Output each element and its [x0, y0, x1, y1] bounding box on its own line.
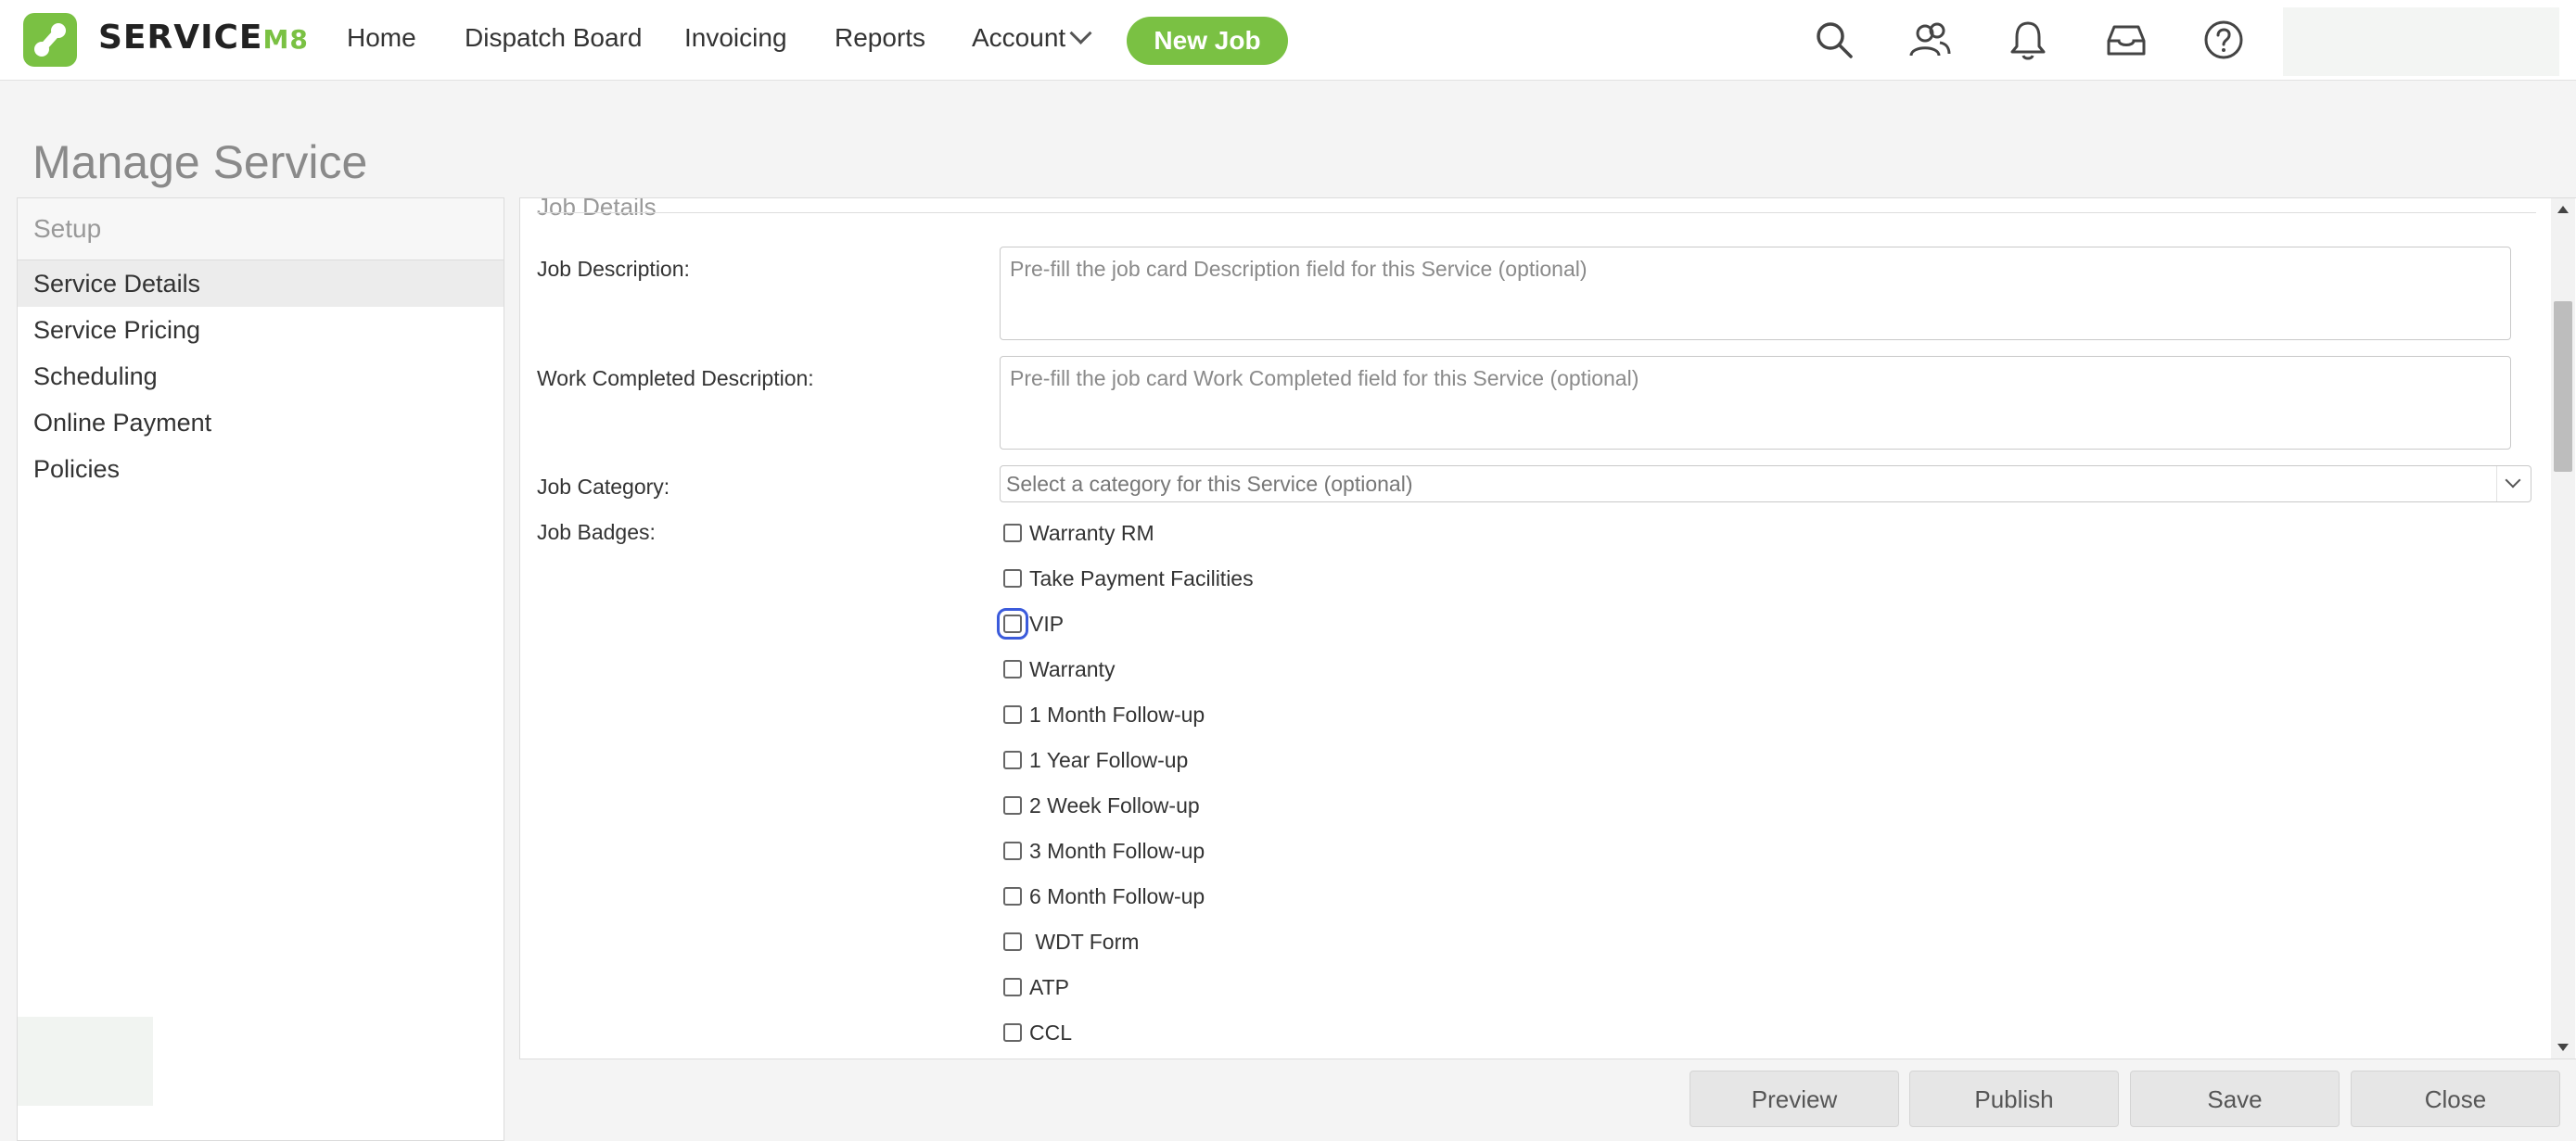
- badge-label: Warranty: [1029, 657, 1116, 681]
- top-nav: SERVICEM8 Home Dispatch Board Invoicing …: [0, 0, 2576, 81]
- badge-checkbox[interactable]: [1003, 1022, 1022, 1042]
- job-category-select[interactable]: Select a category for this Service (opti…: [1000, 465, 2531, 502]
- bell-icon[interactable]: [2007, 19, 2049, 61]
- save-button[interactable]: Save: [2130, 1071, 2340, 1127]
- badge-option[interactable]: CCL: [1003, 1021, 1072, 1048]
- service-details-panel: Job Details Job Description: Work Comple…: [519, 197, 2576, 1059]
- section-title: Job Details: [537, 197, 657, 221]
- chevron-down-icon[interactable]: [2496, 466, 2531, 501]
- badge-checkbox[interactable]: [1003, 932, 1022, 951]
- scroll-up-arrow-icon[interactable]: [2557, 206, 2569, 213]
- badge-label: VIP: [1029, 612, 1065, 636]
- nav-reports[interactable]: Reports: [835, 23, 925, 53]
- badge-checkbox[interactable]: [1003, 659, 1022, 678]
- job-description-label: Job Description:: [537, 257, 690, 281]
- people-icon[interactable]: [1908, 19, 1951, 61]
- job-description-field[interactable]: [1000, 247, 2511, 340]
- sidebar-item-service-pricing[interactable]: Service Pricing: [18, 307, 504, 353]
- nav-dispatch-board[interactable]: Dispatch Board: [465, 23, 642, 53]
- badge-label: Warranty RM: [1029, 521, 1154, 545]
- sidebar-item-online-payment[interactable]: Online Payment: [18, 399, 504, 446]
- badge-option[interactable]: VIP: [997, 607, 1065, 640]
- badge-checkbox[interactable]: [1003, 750, 1022, 769]
- publish-button[interactable]: Publish: [1909, 1071, 2119, 1127]
- scroll-down-arrow-icon[interactable]: [2557, 1044, 2569, 1051]
- work-completed-field[interactable]: [1000, 356, 2511, 450]
- vertical-scrollbar[interactable]: [2551, 198, 2575, 1059]
- new-job-button[interactable]: New Job: [1127, 17, 1288, 65]
- badge-label: 3 Month Follow-up: [1029, 839, 1205, 863]
- badge-checkbox[interactable]: [1003, 704, 1022, 724]
- scrollbar-thumb[interactable]: [2554, 301, 2572, 472]
- nav-home[interactable]: Home: [347, 23, 416, 53]
- setup-sidebar: Setup Service Details Service Pricing Sc…: [17, 197, 504, 1141]
- sidebar-header: Setup: [18, 198, 504, 260]
- badge-option[interactable]: ATP: [1003, 975, 1069, 1003]
- badge-checkbox[interactable]: [1003, 841, 1022, 860]
- badge-option[interactable]: WDT Form: [1003, 930, 1139, 957]
- nav-account[interactable]: Account: [972, 21, 1092, 53]
- nav-account-label: Account: [972, 23, 1066, 52]
- help-icon[interactable]: [2202, 19, 2245, 61]
- badge-label: Take Payment Facilities: [1029, 566, 1254, 590]
- badge-option[interactable]: Warranty RM: [1003, 521, 1154, 549]
- brand-name: SERVICE: [98, 19, 263, 57]
- close-button[interactable]: Close: [2351, 1071, 2560, 1127]
- badge-label: 1 Month Follow-up: [1029, 703, 1205, 727]
- job-category-value: Select a category for this Service (opti…: [1006, 472, 1413, 496]
- job-badges-label: Job Badges:: [537, 520, 656, 544]
- badge-checkbox[interactable]: [1003, 886, 1022, 906]
- chevron-down-icon: [1069, 21, 1092, 44]
- badge-checkbox[interactable]: [1003, 523, 1022, 542]
- nav-invoicing[interactable]: Invoicing: [684, 23, 787, 53]
- badge-option[interactable]: Take Payment Facilities: [1003, 566, 1254, 594]
- sidebar-item-policies[interactable]: Policies: [18, 446, 504, 492]
- brand-suffix: M8: [262, 24, 309, 55]
- brand-wordmark[interactable]: SERVICEM8: [98, 19, 309, 57]
- badge-option[interactable]: 6 Month Follow-up: [1003, 884, 1205, 912]
- page-title: Manage Service: [32, 136, 368, 188]
- badge-checkbox[interactable]: [1003, 977, 1022, 996]
- search-icon[interactable]: [1813, 19, 1855, 61]
- work-completed-label: Work Completed Description:: [537, 366, 814, 390]
- badge-checkbox[interactable]: [1003, 795, 1022, 815]
- servicem8-logo-icon[interactable]: [23, 13, 77, 67]
- badge-option[interactable]: 3 Month Follow-up: [1003, 839, 1205, 867]
- badge-label: 1 Year Follow-up: [1029, 748, 1189, 772]
- section-divider: [537, 212, 2536, 213]
- sidebar-thumbnail: [18, 1017, 153, 1106]
- badge-option[interactable]: Warranty: [1003, 657, 1115, 685]
- badge-label: WDT Form: [1029, 930, 1140, 954]
- badge-option[interactable]: 2 Week Follow-up: [1003, 793, 1200, 821]
- badge-option[interactable]: 1 Month Follow-up: [1003, 703, 1205, 730]
- badge-checkbox-focused[interactable]: [997, 607, 1028, 640]
- sidebar-item-scheduling[interactable]: Scheduling: [18, 353, 504, 399]
- badge-checkbox[interactable]: [1003, 568, 1022, 588]
- preview-button[interactable]: Preview: [1690, 1071, 1899, 1127]
- sidebar-item-service-details[interactable]: Service Details: [18, 260, 504, 307]
- badge-label: ATP: [1029, 975, 1070, 999]
- badge-option[interactable]: 1 Year Follow-up: [1003, 748, 1188, 776]
- badge-label: 6 Month Follow-up: [1029, 884, 1205, 908]
- inbox-icon[interactable]: [2105, 19, 2148, 61]
- user-account-area[interactable]: [2283, 7, 2559, 76]
- badge-label: CCL: [1029, 1021, 1073, 1045]
- badge-label: 2 Week Follow-up: [1029, 793, 1200, 818]
- job-category-label: Job Category:: [537, 475, 670, 499]
